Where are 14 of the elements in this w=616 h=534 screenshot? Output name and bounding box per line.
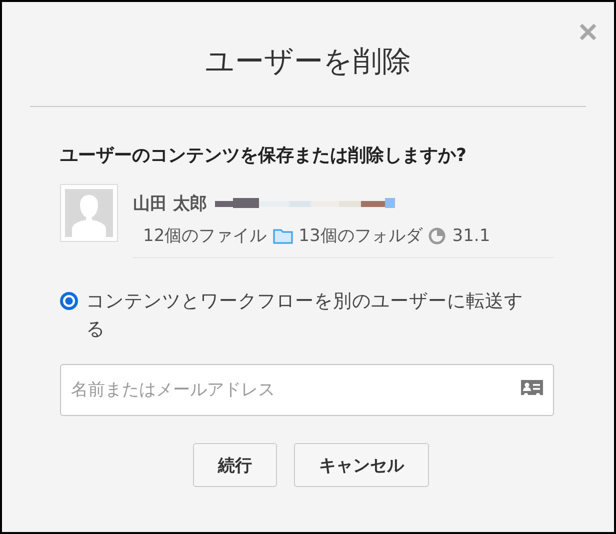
folder-icon [272,228,293,244]
storage-size: 31.1 [452,226,490,246]
avatar-icon [60,184,118,242]
folder-count: 13個のフォルダ [298,225,422,247]
radio-button[interactable] [60,292,78,310]
user-name: 山田 太郎 [133,192,207,214]
cancel-button[interactable]: キャンセル [294,443,429,487]
file-count: 12個のファイル [143,225,267,247]
question-text: ユーザーのコンテンツを保存または削除しますか? [60,144,468,167]
dialog-title: ユーザーを削除 [205,43,411,80]
option-label[interactable]: コンテンツとワークフローを別のユーザーに転送する [86,288,526,344]
continue-button[interactable]: 続行 [193,443,277,487]
pie-chart-icon [428,226,446,244]
recipient-field[interactable]: 名前またはメールアドレス [60,364,554,416]
